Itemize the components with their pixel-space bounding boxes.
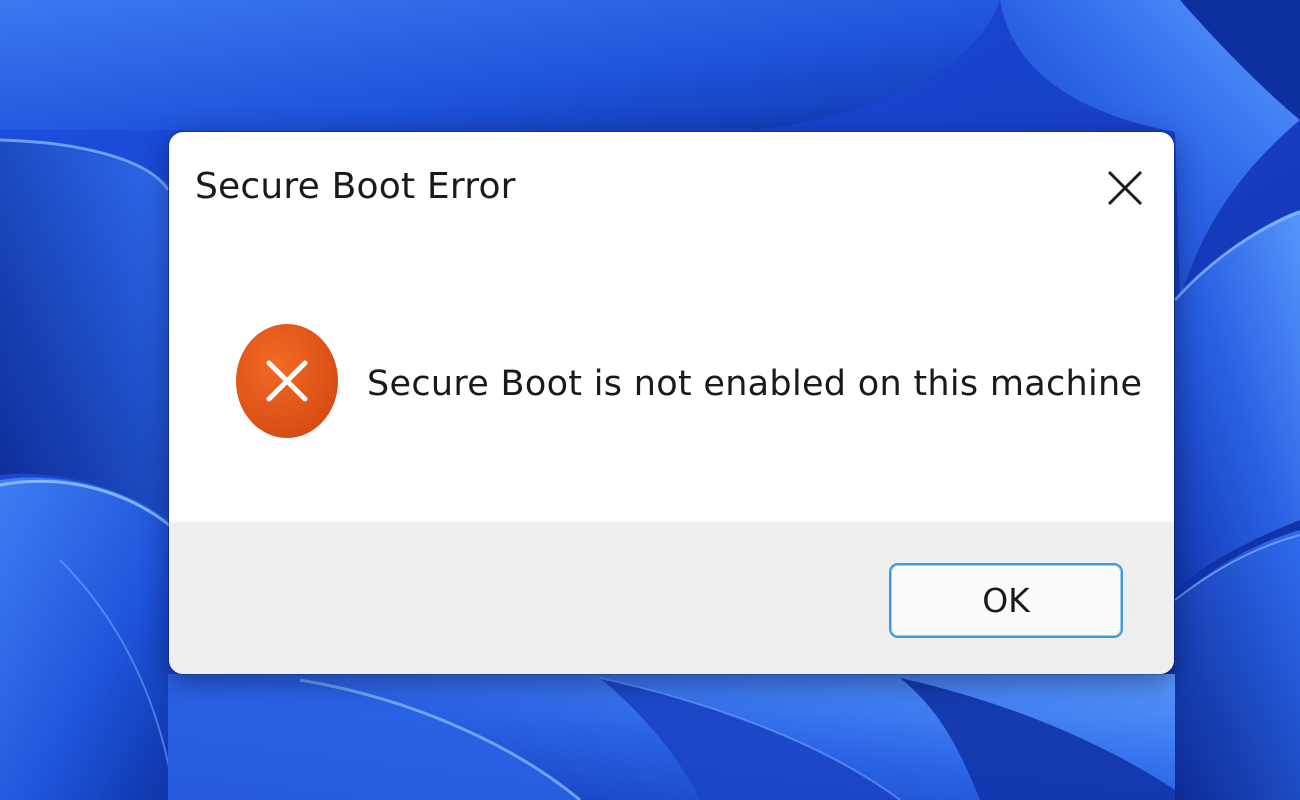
- error-icon: [236, 324, 338, 438]
- dialog-footer: OK: [169, 522, 1174, 674]
- dialog-title: Secure Boot Error: [195, 166, 516, 207]
- ok-button[interactable]: OK: [889, 563, 1123, 638]
- dialog-title-bar: Secure Boot Error: [169, 132, 1174, 242]
- error-message: Secure Boot is not enabled on this machi…: [367, 364, 1143, 404]
- close-button[interactable]: [1095, 158, 1155, 218]
- close-icon: [1107, 170, 1143, 206]
- secure-boot-error-dialog: Secure Boot Error Secure Boot is not ena…: [169, 132, 1174, 674]
- dialog-content: Secure Boot is not enabled on this machi…: [169, 242, 1174, 522]
